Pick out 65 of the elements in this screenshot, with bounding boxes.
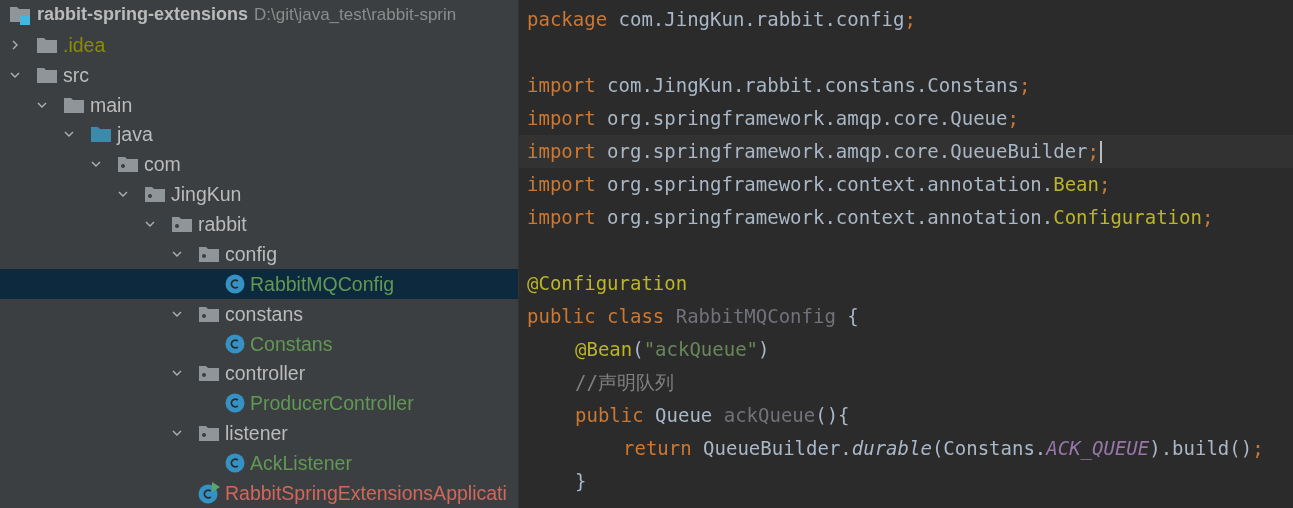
tree-item-label: rabbit bbox=[198, 212, 247, 237]
folder-icon bbox=[36, 35, 58, 54]
code-line: public class RabbitMQConfig { bbox=[527, 304, 859, 330]
tree-item-label: constans bbox=[225, 301, 304, 326]
class-icon bbox=[225, 393, 245, 414]
tree-row[interactable]: JingKun bbox=[0, 179, 518, 210]
package-folder-icon bbox=[117, 155, 139, 174]
code-line: //声明队列 bbox=[575, 370, 674, 396]
tree-row[interactable]: RabbitMQConfig bbox=[0, 268, 518, 299]
tree-row[interactable]: src bbox=[0, 59, 518, 90]
tree-item-label: controller bbox=[225, 361, 306, 386]
tree-item-label: Constans bbox=[250, 331, 333, 356]
class-icon bbox=[225, 453, 245, 474]
tree-row[interactable]: listener bbox=[0, 418, 518, 449]
tree-row[interactable]: ProducerController bbox=[0, 388, 518, 419]
class-icon bbox=[225, 333, 245, 354]
tree-item-label: config bbox=[225, 241, 278, 266]
code-line: import org.springframework.amqp.core.QueueBuilder; bbox=[527, 139, 1099, 165]
project-name: rabbit-spring-extensions bbox=[37, 3, 249, 27]
tree-row[interactable]: RabbitSpringExtensionsApplicati bbox=[0, 478, 518, 508]
tree-row[interactable]: com bbox=[0, 149, 518, 180]
code-line: import com.JingKun.rabbit.constans.Constans; bbox=[527, 73, 1031, 99]
package-folder-icon bbox=[144, 185, 166, 204]
tree-item-label: RabbitSpringExtensionsApplicati bbox=[225, 480, 507, 505]
tree-row[interactable]: java bbox=[0, 119, 518, 150]
project-path: D:\git\java_test\rabbit-sprin bbox=[254, 4, 457, 27]
package-folder-icon bbox=[171, 215, 193, 234]
tree-row[interactable]: AckListener bbox=[0, 448, 518, 478]
code-line: public Queue ackQueue(){ bbox=[575, 403, 850, 429]
code-line: import org.springframework.context.annotation.Bean; bbox=[527, 172, 1111, 198]
tree-item-label: src bbox=[63, 62, 89, 87]
folder-icon bbox=[36, 65, 58, 84]
tree-item-label: AckListener bbox=[250, 451, 352, 476]
tree-row[interactable]: .idea bbox=[0, 29, 518, 60]
package-folder-icon bbox=[198, 244, 220, 263]
code-line: return QueueBuilder.durable(Constans.ACK_QUEUE).build(); bbox=[623, 436, 1264, 462]
package-folder-icon bbox=[198, 364, 220, 383]
package-folder-icon bbox=[198, 304, 220, 323]
project-folder-icon bbox=[9, 4, 31, 25]
tree-row[interactable]: Constans bbox=[0, 328, 518, 359]
tree-item-label: com bbox=[144, 152, 181, 177]
tree-row[interactable]: constans bbox=[0, 298, 518, 329]
tree-row[interactable]: main bbox=[0, 89, 518, 120]
package-folder-icon bbox=[198, 424, 220, 443]
tree-item-label: listener bbox=[225, 421, 288, 446]
code-line: } bbox=[575, 469, 587, 495]
tree-item-label: main bbox=[90, 92, 133, 117]
code-line: package com.JingKun.rabbit.config; bbox=[527, 7, 916, 33]
folder-icon bbox=[63, 95, 85, 114]
code-line: import org.springframework.context.annotation.Configuration; bbox=[527, 205, 1214, 231]
tree-item-label: .idea bbox=[63, 32, 106, 57]
runnable-class-icon bbox=[198, 481, 220, 504]
tree-item-label: ProducerController bbox=[250, 391, 414, 416]
class-icon bbox=[225, 273, 245, 294]
tree-item-label: JingKun bbox=[171, 182, 242, 207]
folder-icon bbox=[90, 125, 112, 144]
text-cursor bbox=[1100, 140, 1102, 163]
tree-item-label: java bbox=[117, 122, 153, 147]
tree-item-label: RabbitMQConfig bbox=[250, 271, 395, 296]
code-line: @Bean("ackQueue") bbox=[575, 337, 770, 363]
code-line: @Configuration bbox=[527, 271, 688, 297]
tree-row[interactable]: config bbox=[0, 239, 518, 269]
tree-row[interactable]: rabbit bbox=[0, 209, 518, 239]
code-line: import org.springframework.amqp.core.Queue; bbox=[527, 106, 1019, 132]
tree-row[interactable]: controller bbox=[0, 358, 518, 389]
